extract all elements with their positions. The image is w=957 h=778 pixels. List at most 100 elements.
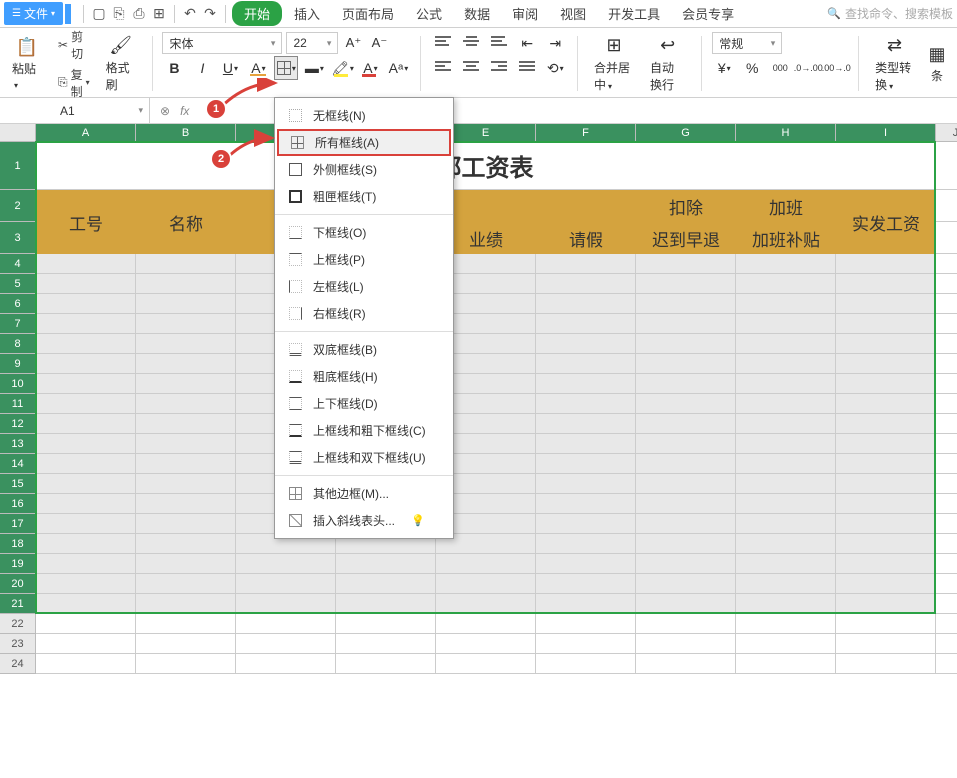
cell-I11[interactable] (836, 394, 936, 414)
cell-I13[interactable] (836, 434, 936, 454)
cell-A16[interactable] (36, 494, 136, 514)
cell-H13[interactable] (736, 434, 836, 454)
row-header-8[interactable]: 8 (0, 334, 36, 354)
cell-E23[interactable] (436, 634, 536, 654)
col-header-G[interactable]: G (636, 124, 736, 142)
cell-J6[interactable] (936, 294, 957, 314)
cell-J5[interactable] (936, 274, 957, 294)
cell-G16[interactable] (636, 494, 736, 514)
cell-C19[interactable] (236, 554, 336, 574)
cell-I9[interactable] (836, 354, 936, 374)
col-header-B[interactable]: B (136, 124, 236, 142)
cell-B12[interactable] (136, 414, 236, 434)
cell-J12[interactable] (936, 414, 957, 434)
cell-G10[interactable] (636, 374, 736, 394)
cell-J1[interactable] (936, 142, 957, 190)
row-header-5[interactable]: 5 (0, 274, 36, 294)
cell-C22[interactable] (236, 614, 336, 634)
type-convert-button[interactable]: ⇄ 类型转换 (869, 32, 920, 95)
cell-A20[interactable] (36, 574, 136, 594)
align-right-button[interactable] (487, 56, 511, 80)
indent-increase-button[interactable]: ⇥ (543, 31, 567, 55)
cell-A8[interactable] (36, 334, 136, 354)
preview-icon[interactable]: ⊞ (150, 5, 168, 23)
cell-G21[interactable] (636, 594, 736, 614)
border-option-tthb[interactable]: 上框线和粗下框线(C) (275, 417, 453, 444)
row-header-3[interactable]: 3 (0, 222, 36, 254)
cell-H11[interactable] (736, 394, 836, 414)
cell-H22[interactable] (736, 614, 836, 634)
cell-H18[interactable] (736, 534, 836, 554)
cell-D20[interactable] (336, 574, 436, 594)
cell-G5[interactable] (636, 274, 736, 294)
tab-data[interactable]: 数据 (454, 0, 500, 27)
cell-J3[interactable] (936, 222, 957, 254)
cell-F10[interactable] (536, 374, 636, 394)
cell-I18[interactable] (836, 534, 936, 554)
cell-J19[interactable] (936, 554, 957, 574)
header-G2[interactable]: 扣除 (636, 190, 736, 222)
cell-C23[interactable] (236, 634, 336, 654)
header-I[interactable]: 实发工资 (836, 190, 936, 254)
tab-home[interactable]: 开始 (232, 1, 282, 26)
cell-B23[interactable] (136, 634, 236, 654)
tab-formula[interactable]: 公式 (406, 0, 452, 27)
border-option-top[interactable]: 上框线(P) (275, 246, 453, 273)
border-option-bottom[interactable]: 下框线(O) (275, 219, 453, 246)
row-header-6[interactable]: 6 (0, 294, 36, 314)
cell-J10[interactable] (936, 374, 957, 394)
cell-J20[interactable] (936, 574, 957, 594)
cell-B11[interactable] (136, 394, 236, 414)
cell-G17[interactable] (636, 514, 736, 534)
cell-J11[interactable] (936, 394, 957, 414)
cell-J9[interactable] (936, 354, 957, 374)
merge-center-button[interactable]: ⊞ 合并居中 (588, 32, 640, 95)
number-format-combo[interactable]: 常规 (712, 32, 782, 54)
cut-button[interactable]: ✂剪切 (54, 27, 94, 63)
comma-button[interactable]: 000 (768, 56, 792, 80)
cell-F18[interactable] (536, 534, 636, 554)
highlight-button[interactable]: 🖍▾ (330, 56, 354, 80)
cell-A12[interactable] (36, 414, 136, 434)
open-icon[interactable]: ⎘ (110, 5, 128, 23)
cell-J13[interactable] (936, 434, 957, 454)
conditional-button[interactable]: ▦ 条 (923, 32, 951, 95)
cell-C21[interactable] (236, 594, 336, 614)
border-option-thick[interactable]: 粗匣框线(T) (275, 183, 453, 210)
cell-G12[interactable] (636, 414, 736, 434)
cell-H8[interactable] (736, 334, 836, 354)
decrease-font-button[interactable]: A⁻ (368, 32, 390, 54)
cell-A11[interactable] (36, 394, 136, 414)
cell-F6[interactable] (536, 294, 636, 314)
cell-H21[interactable] (736, 594, 836, 614)
cell-G22[interactable] (636, 614, 736, 634)
col-header-F[interactable]: F (536, 124, 636, 142)
row-header-2[interactable]: 2 (0, 190, 36, 222)
cell-G13[interactable] (636, 434, 736, 454)
cell-B4[interactable] (136, 254, 236, 274)
title-cell[interactable]: 部工资表 (36, 142, 936, 190)
cell-B6[interactable] (136, 294, 236, 314)
border-option-dbottom[interactable]: 双底框线(B) (275, 336, 453, 363)
cell-B19[interactable] (136, 554, 236, 574)
tab-page-layout[interactable]: 页面布局 (332, 0, 404, 27)
cell-G15[interactable] (636, 474, 736, 494)
cell-G23[interactable] (636, 634, 736, 654)
cell-A21[interactable] (36, 594, 136, 614)
cell-A6[interactable] (36, 294, 136, 314)
cell-F7[interactable] (536, 314, 636, 334)
cell-B15[interactable] (136, 474, 236, 494)
cell-B18[interactable] (136, 534, 236, 554)
row-header-7[interactable]: 7 (0, 314, 36, 334)
cell-B8[interactable] (136, 334, 236, 354)
font-color-button[interactable]: A▾ (358, 56, 382, 80)
cell-F12[interactable] (536, 414, 636, 434)
print-icon[interactable]: ⎙ (130, 5, 148, 23)
cell-C20[interactable] (236, 574, 336, 594)
cell-J7[interactable] (936, 314, 957, 334)
cell-J23[interactable] (936, 634, 957, 654)
cell-A24[interactable] (36, 654, 136, 674)
tab-dev[interactable]: 开发工具 (598, 0, 670, 27)
cell-J8[interactable] (936, 334, 957, 354)
bold-button[interactable]: B (162, 56, 186, 80)
